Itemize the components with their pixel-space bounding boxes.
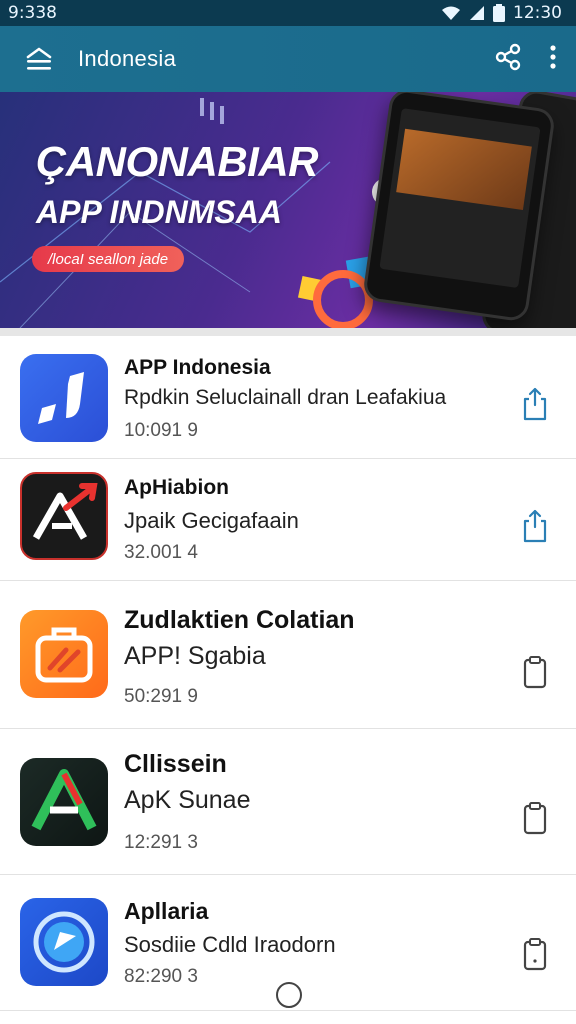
music-note-icon xyxy=(20,354,108,442)
app-subtitle: Rpdkin Seluclainall dran Leafakiua xyxy=(124,386,447,409)
status-time-right: 12:30 xyxy=(513,3,562,23)
phone-mockup xyxy=(361,92,557,323)
download-button[interactable] xyxy=(520,508,550,544)
share-upload-icon xyxy=(523,509,547,543)
status-time-left: 9:338 xyxy=(8,3,57,23)
page-title: Indonesia xyxy=(78,46,177,71)
download-button[interactable] xyxy=(520,654,550,690)
app-subtitle: Sosdiie Cdld Iraodorn xyxy=(124,932,336,957)
collapse-menu-button[interactable] xyxy=(22,42,56,76)
app-subtitle: ApK Sunae xyxy=(124,786,251,814)
app-subtitle: Jpaik Gecigafaain xyxy=(124,508,299,533)
app-name: APP Indonesia xyxy=(124,356,271,379)
battery-icon xyxy=(493,4,505,22)
stylized-a-icon xyxy=(20,758,108,846)
download-button[interactable] xyxy=(520,800,550,836)
app-bar: Indonesia xyxy=(0,26,576,92)
app-meta: 12:291 3 xyxy=(124,832,198,853)
promo-banner[interactable]: ÇANONABIAR APP INDNMSAA /locaI seallon j… xyxy=(0,92,576,328)
app-name: ApHiabion xyxy=(124,476,229,499)
clipboard-icon xyxy=(523,938,547,971)
toolbox-icon xyxy=(20,610,108,698)
home-button[interactable] xyxy=(276,982,302,1008)
app-list-item[interactable]: APP Indonesia Rpdkin Seluclainall dran L… xyxy=(0,336,576,459)
banner-subtitle: APP INDNMSAA xyxy=(36,194,282,230)
section-divider xyxy=(0,328,576,336)
clipboard-icon xyxy=(523,656,547,689)
app-list-item[interactable]: ApHiabion Jpaik Gecigafaain 32.001 4 xyxy=(0,458,576,581)
app-name: Apllaria xyxy=(124,898,209,924)
wifi-icon xyxy=(442,6,460,20)
app-name: Zudlaktien Colatian xyxy=(124,606,355,634)
share-icon xyxy=(495,43,521,70)
signal-icon xyxy=(470,6,484,20)
clipboard-icon xyxy=(523,802,547,835)
arrow-a-icon xyxy=(20,472,108,560)
compass-icon xyxy=(20,898,108,986)
download-button[interactable] xyxy=(520,386,550,422)
app-meta: 32.001 4 xyxy=(124,542,198,563)
chevron-up-menu-icon xyxy=(26,47,52,70)
banner-cta-pill[interactable]: /locaI seallon jade xyxy=(32,246,185,272)
app-subtitle: APP! Sgabia xyxy=(124,642,266,670)
video-thumbnail xyxy=(396,128,532,210)
app-meta: 50:291 9 xyxy=(124,686,198,707)
app-meta: 10:091 9 xyxy=(124,420,198,441)
app-name: Cllissein xyxy=(124,750,227,778)
banner-title: ÇANONABIAR xyxy=(36,138,319,185)
more-vert-icon xyxy=(550,44,556,69)
app-list-item[interactable]: Zudlaktien Colatian APP! Sgabia 50:291 9 xyxy=(0,580,576,729)
status-bar: 9:338 12:30 xyxy=(0,0,576,26)
app-list-item[interactable]: Cllissein ApK Sunae 12:291 3 xyxy=(0,728,576,875)
share-upload-icon xyxy=(523,387,547,421)
app-meta: 82:290 3 xyxy=(124,966,198,987)
more-options-button[interactable] xyxy=(548,44,558,75)
share-button[interactable] xyxy=(494,43,522,76)
download-button[interactable] xyxy=(520,936,550,972)
